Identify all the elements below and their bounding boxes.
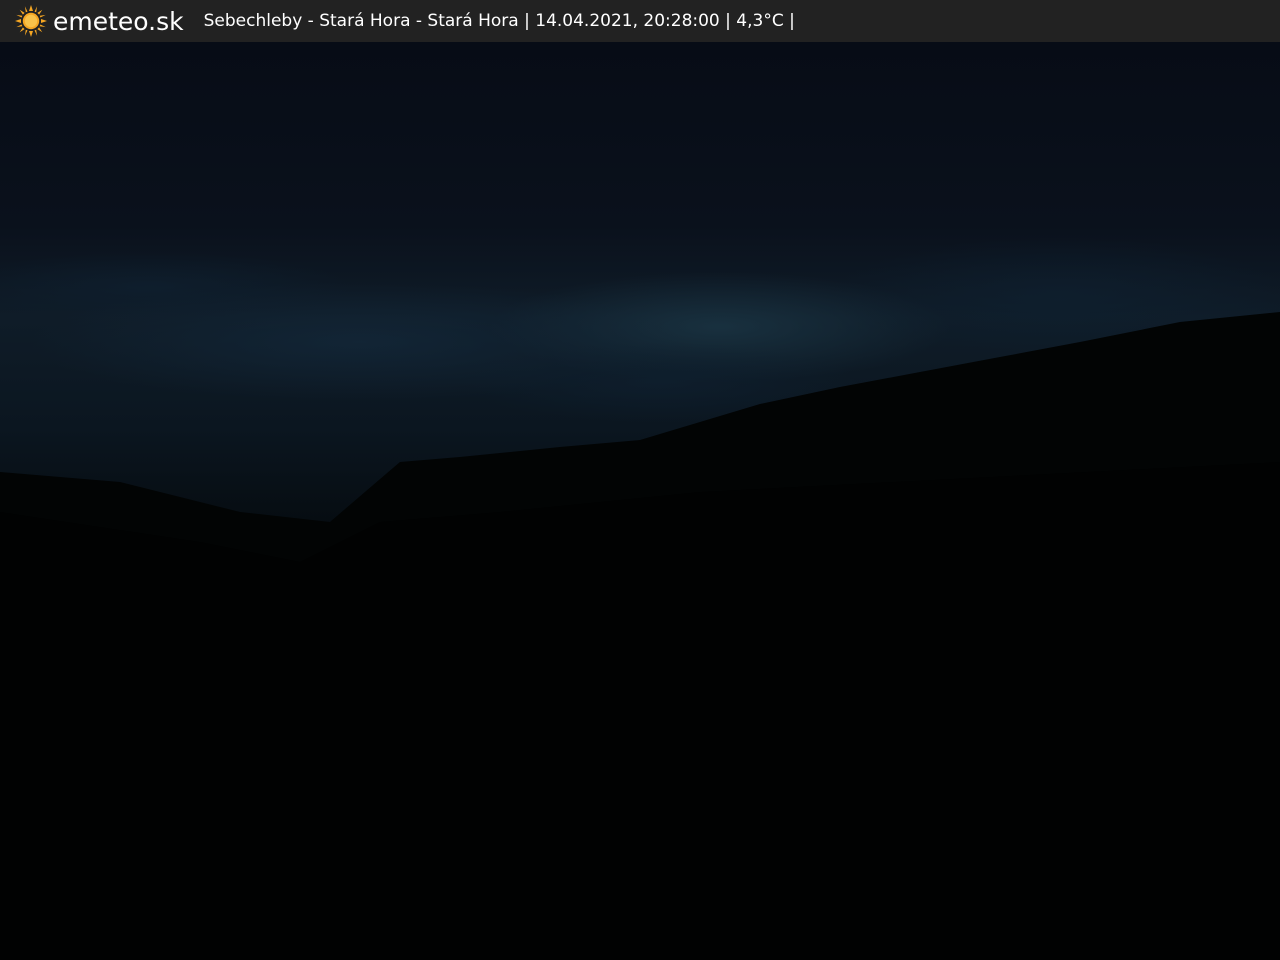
- separator: |: [725, 11, 737, 31]
- separator: |: [789, 11, 795, 31]
- logo[interactable]: emeteo.sk: [14, 0, 184, 42]
- timestamp: 14.04.2021, 20:28:00: [535, 11, 720, 31]
- sun-icon: [15, 5, 47, 37]
- separator: |: [524, 11, 536, 31]
- brand-name: emeteo.sk: [53, 6, 184, 36]
- location-name: Sebechleby - Stará Hora - Stará Hora: [203, 11, 519, 31]
- webcam-frame: emeteo.sk Sebechleby - Stará Hora - Star…: [0, 0, 1280, 960]
- webcam-caption: Sebechleby - Stará Hora - Stará Hora | 1…: [204, 11, 795, 31]
- temperature: 4,3°C: [736, 11, 784, 31]
- header-bar: emeteo.sk Sebechleby - Stará Hora - Star…: [0, 0, 1280, 42]
- webcam-image: [0, 42, 1280, 960]
